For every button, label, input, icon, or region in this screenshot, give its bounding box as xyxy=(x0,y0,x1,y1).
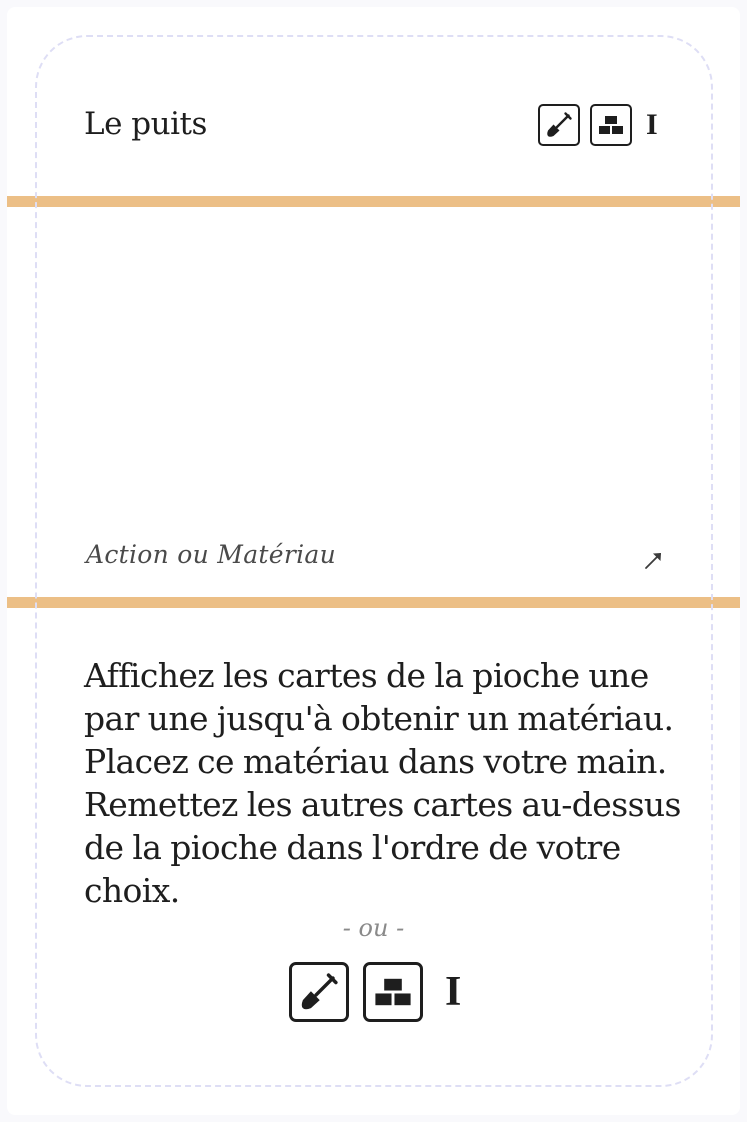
bricks-icon xyxy=(363,962,423,1022)
card-type-label: Action ou Matériau xyxy=(86,540,336,569)
header-cost: I xyxy=(538,104,658,146)
level-numeral: I xyxy=(445,969,462,1015)
header-band xyxy=(7,196,740,207)
shovel-icon xyxy=(289,962,349,1022)
bricks-icon xyxy=(590,104,632,146)
alternative-cost: I xyxy=(289,962,461,1022)
card-title: Le puits xyxy=(84,106,207,142)
level-numeral: I xyxy=(646,108,658,141)
body-band xyxy=(7,597,740,608)
shovel-icon xyxy=(538,104,580,146)
card-description: Affichez les cartes de la pioche une par… xyxy=(84,656,681,910)
or-separator: - ou - xyxy=(342,914,405,942)
arrow-up-right-icon xyxy=(645,553,661,569)
